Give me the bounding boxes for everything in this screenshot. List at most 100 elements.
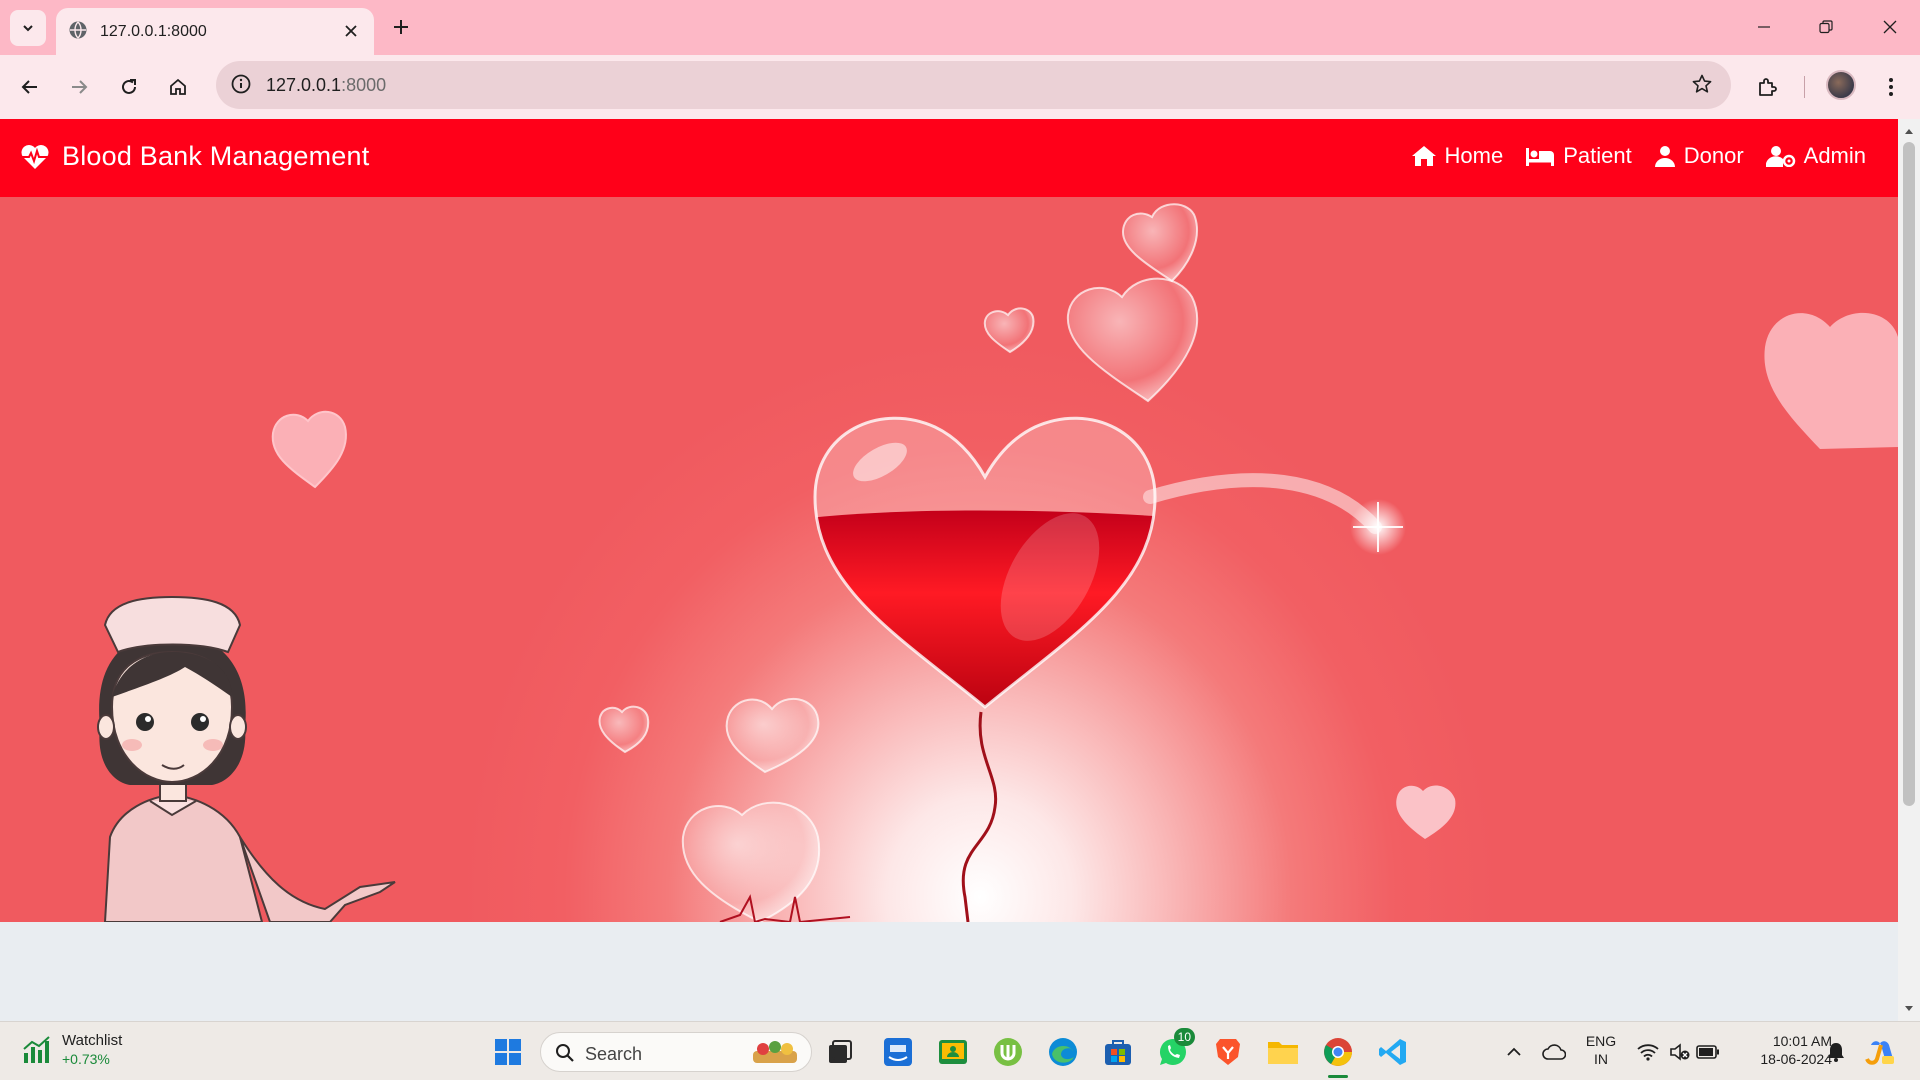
restore-icon — [1819, 20, 1833, 34]
tab-title: 127.0.0.1:8000 — [100, 23, 207, 40]
classroom-icon — [939, 1040, 967, 1064]
bookmark-star-icon[interactable] — [1691, 73, 1713, 100]
cloud-icon — [1542, 1044, 1566, 1060]
whatsapp-app[interactable]: 10 — [1155, 1028, 1195, 1070]
puzzle-icon — [1759, 78, 1777, 96]
user-icon — [1654, 146, 1675, 167]
watchlist-widget[interactable]: Watchlist +0.73% — [22, 1032, 122, 1068]
clock-date: 18-06-2024 — [1760, 1051, 1832, 1067]
pink-heart-right — [1764, 312, 1898, 449]
nav-home-label: Home — [1444, 143, 1504, 168]
blood-heart — [813, 416, 1157, 709]
toolbar-divider — [1804, 76, 1805, 98]
vscode-app[interactable] — [1375, 1034, 1411, 1070]
new-tab-button[interactable] — [386, 12, 416, 42]
minimize-icon — [1758, 26, 1770, 28]
home-button[interactable] — [161, 70, 195, 104]
watchlist-change: +0.73% — [62, 1051, 110, 1067]
scrollbar-thumb[interactable] — [1903, 142, 1915, 806]
onedrive-tray[interactable] — [1536, 1034, 1572, 1070]
brave-lion-icon — [1216, 1039, 1240, 1065]
kebab-menu-icon — [1889, 78, 1893, 96]
extensions-button[interactable] — [1750, 70, 1784, 104]
nurse-illustration — [97, 595, 396, 922]
brand-title: Blood Bank Management — [62, 141, 370, 171]
scroll-down-arrow[interactable] — [1903, 1002, 1915, 1016]
scroll-up-arrow[interactable] — [1903, 124, 1915, 138]
url-text: 127.0.0.1:8000 — [266, 75, 386, 96]
battery-tray[interactable] — [1690, 1034, 1726, 1070]
reload-icon — [122, 79, 136, 94]
nav-home[interactable]: Home — [1411, 143, 1504, 169]
utorrent-app[interactable] — [990, 1034, 1026, 1070]
utorrent-icon — [994, 1038, 1022, 1066]
prime-video-icon — [884, 1038, 912, 1066]
microsoft-store-app[interactable] — [1100, 1034, 1136, 1070]
browser-menu-button[interactable] — [1874, 70, 1908, 104]
close-icon — [1883, 20, 1897, 34]
forward-button[interactable] — [62, 70, 96, 104]
windows-logo-icon — [495, 1039, 521, 1065]
nav-donor-label: Donor — [1683, 143, 1744, 168]
close-tab-icon[interactable] — [340, 20, 362, 42]
web-page: Blood Bank Management Home Patient Donor… — [0, 119, 1898, 1021]
taskbar-search[interactable]: Search — [540, 1032, 812, 1072]
search-icon — [555, 1043, 575, 1068]
clock[interactable]: 10:01 AM 18-06-2024 — [1728, 1032, 1832, 1068]
hero-illustration — [97, 203, 1898, 922]
start-button[interactable] — [490, 1034, 526, 1070]
minimize-button[interactable] — [1744, 12, 1784, 42]
light-streak — [1143, 473, 1382, 534]
chrome-app[interactable] — [1320, 1034, 1356, 1078]
active-app-indicator — [1328, 1075, 1348, 1078]
prime-video-app[interactable] — [880, 1034, 916, 1070]
nav-donor[interactable]: Donor — [1654, 143, 1744, 169]
restore-button[interactable] — [1806, 12, 1846, 42]
watchlist-title: Watchlist — [62, 1032, 123, 1049]
folder-icon — [1268, 1042, 1298, 1064]
copilot-button[interactable] — [1862, 1034, 1898, 1070]
profile-avatar[interactable] — [1826, 70, 1856, 100]
whatsapp-badge: 10 — [1173, 1028, 1195, 1046]
tab-search-button[interactable] — [10, 10, 46, 46]
store-icon — [1105, 1040, 1131, 1065]
brave-app[interactable] — [1210, 1034, 1246, 1070]
back-button[interactable] — [13, 70, 47, 104]
speaker-muted-icon — [1670, 1043, 1690, 1061]
hero-banner — [0, 197, 1898, 922]
pink-heart-left — [271, 411, 347, 489]
language-code: ENG — [1585, 1033, 1617, 1049]
region-code: IN — [1594, 1051, 1608, 1067]
pink-heart-bottom — [1396, 785, 1456, 839]
edge-icon — [1049, 1038, 1077, 1066]
brand-link[interactable]: Blood Bank Management — [20, 141, 369, 172]
show-hidden-icons-button[interactable] — [1496, 1034, 1532, 1070]
file-explorer-app[interactable] — [1265, 1034, 1301, 1070]
nav-admin[interactable]: Admin — [1765, 143, 1866, 169]
plus-icon — [394, 20, 408, 34]
bell-icon — [1828, 1043, 1844, 1062]
task-view-icon — [829, 1040, 852, 1063]
wifi-tray[interactable] — [1630, 1034, 1666, 1070]
windows-taskbar: Watchlist +0.73% Search 10 ENG IN 10:01 … — [0, 1021, 1920, 1080]
nav-links: Home Patient Donor Admin — [1389, 143, 1866, 169]
browser-tabstrip: 127.0.0.1:8000 — [0, 0, 1920, 55]
heartbeat-icon — [21, 144, 49, 169]
site-info-icon[interactable] — [230, 73, 252, 100]
browser-tab[interactable]: 127.0.0.1:8000 — [56, 8, 374, 55]
clock-time: 10:01 AM — [1772, 1033, 1832, 1049]
language-indicator[interactable]: ENG IN — [1580, 1032, 1622, 1068]
wifi-icon — [1637, 1044, 1659, 1061]
address-bar[interactable]: 127.0.0.1:8000 — [216, 61, 1731, 109]
task-view-button[interactable] — [822, 1034, 858, 1070]
search-placeholder: Search — [585, 1044, 643, 1064]
reload-button[interactable] — [112, 70, 146, 104]
stock-chart-icon — [23, 1036, 50, 1063]
classroom-app[interactable] — [935, 1034, 971, 1070]
notifications-button[interactable] — [1818, 1034, 1854, 1070]
nav-patient[interactable]: Patient — [1525, 143, 1632, 169]
chevron-down-icon — [23, 25, 33, 32]
edge-app[interactable] — [1045, 1034, 1081, 1070]
close-window-button[interactable] — [1870, 12, 1910, 42]
copilot-icon — [1865, 1041, 1894, 1065]
